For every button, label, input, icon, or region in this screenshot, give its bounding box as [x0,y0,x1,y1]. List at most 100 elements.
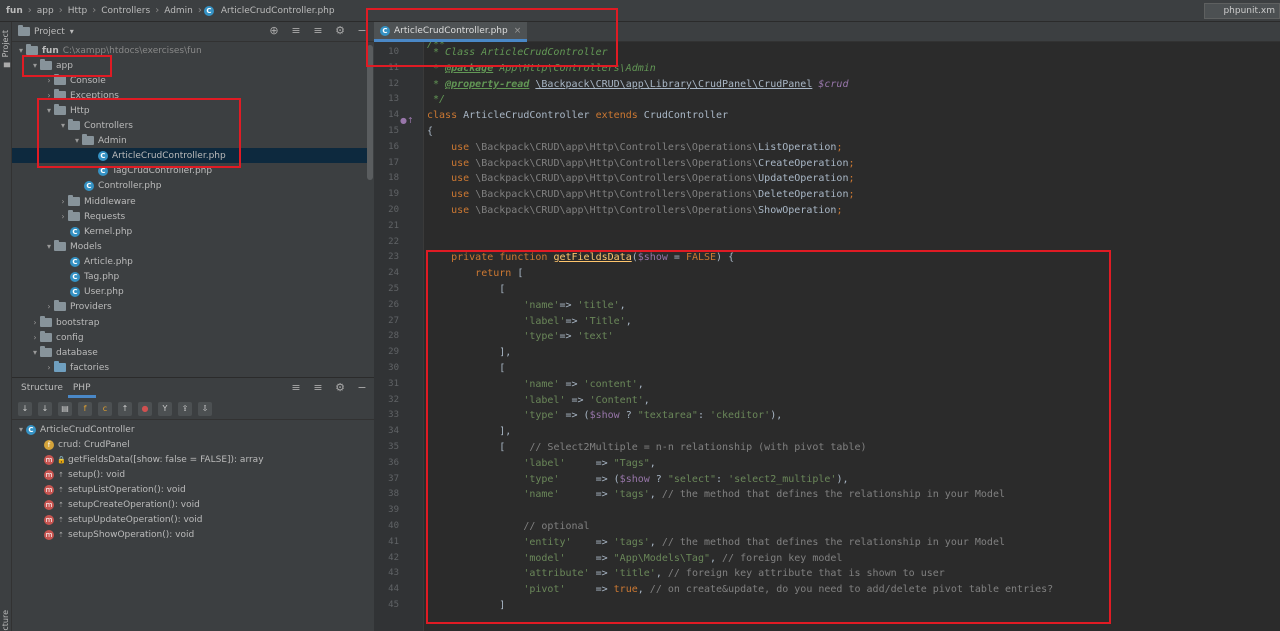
collapse-all-icon[interactable]: ≡ [312,25,324,37]
method-icon: m [44,454,54,465]
breadcrumb-file[interactable]: ArticleCrudController.php [218,6,338,16]
structure-member[interactable]: f crud: CrudPanel [44,437,130,452]
chevron-right-icon[interactable]: › [30,318,40,327]
autoscroll-to-source-icon[interactable]: ⇪ [178,401,192,416]
hide-panel-icon[interactable]: − [356,382,368,394]
structure-class-node[interactable]: ▾ C ArticleCrudController [16,422,135,437]
public-icon: ⇡ [58,500,64,509]
lock-icon: 🔒 [57,455,66,464]
phpunit-config-tab[interactable]: phpunit.xm [1204,3,1280,19]
expand-all-icon[interactable]: ≡ [290,382,302,394]
locate-file-icon[interactable]: ⊕ [268,25,280,37]
chevron-down-icon[interactable]: ▾ [16,46,26,55]
tree-item-tag[interactable]: C Tag.php [70,269,119,284]
code-line: use \Backpack\CRUD\app\Http\Controllers\… [451,158,855,169]
folder-icon [54,74,66,85]
tree-item-factories[interactable]: › factories [44,360,109,375]
tree-item-label: Controller.php [98,180,162,191]
structure-member[interactable]: m ⇡ setupUpdateOperation(): void [44,512,203,527]
chevron-right-icon[interactable]: › [58,212,68,221]
chevron-down-icon[interactable]: ▾ [30,348,40,357]
line-number: 15 [388,126,399,136]
breadcrumb-project[interactable]: fun [0,6,26,16]
chevron-right-icon[interactable]: › [44,363,54,372]
structure-member[interactable]: m ⇡ setupListOperation(): void [44,482,186,497]
structure-member[interactable]: m ⇡ setupCreateOperation(): void [44,497,200,512]
tab-php[interactable]: PHP [67,378,96,398]
breadcrumb-http[interactable]: Http [65,6,91,16]
tree-item-label: Console [70,75,106,86]
line-number: 29 [388,347,399,357]
tree-item-label: config [56,332,84,343]
project-view-icon [18,25,30,36]
breadcrumb-controllers[interactable]: Controllers [98,6,153,16]
breadcrumb-admin[interactable]: Admin [161,6,196,16]
override-icon: ↑ [58,470,64,479]
line-number: 43 [388,568,399,578]
structure-tool-window-button[interactable]: ucture [1,610,10,631]
implements-icon[interactable]: ●↑ [400,116,414,125]
php-class-icon: C [70,286,80,297]
line-number: 13 [388,94,399,104]
tree-item-config[interactable]: › config [30,330,84,345]
root-folder-path: C:\xampp\htdocs\exercises\fun [62,45,202,56]
folder-icon [54,300,66,311]
tree-item-providers[interactable]: › Providers [44,299,112,314]
project-panel-title[interactable]: Project [34,27,65,37]
tree-item-article[interactable]: C Article.php [70,254,133,269]
chevron-down-icon[interactable]: ▾ [70,27,74,36]
tree-item-label: Models [70,241,102,252]
line-number: 21 [388,221,399,231]
project-tool-window-button[interactable]: Project [1,30,10,57]
code-line: use \Backpack\CRUD\app\Http\Controllers\… [451,189,855,200]
show-constants-icon[interactable]: c [98,401,112,416]
chevron-down-icon[interactable]: ▾ [44,242,54,251]
line-number: 36 [388,458,399,468]
tab-structure[interactable]: Structure [16,378,68,398]
method-icon: m [44,484,54,495]
show-properties-icon[interactable]: f [78,401,92,416]
tree-item-user[interactable]: C User.php [70,284,124,299]
sort-by-visibility-icon[interactable]: ↓ [18,401,32,416]
chevron-right-icon[interactable]: › [44,302,54,311]
tree-item-controller[interactable]: C Controller.php [84,178,161,193]
tree-item-label: database [56,347,98,358]
code-line: use \Backpack\CRUD\app\Http\Controllers\… [451,173,855,184]
chevron-right-icon[interactable]: › [58,197,68,206]
show-fields-icon[interactable]: ▤ [58,401,72,416]
autoscroll-from-source-icon[interactable]: ⇩ [198,401,212,416]
structure-member[interactable]: m 🔒 getFieldsData([show: false = FALSE]):… [44,452,264,467]
structure-tool-window: Structure PHP ≡ ≡ ⚙ − ↓ ↓ ▤ f c ↑ ● Y ⇪ … [12,377,374,631]
sort-alphabetically-icon[interactable]: ↓ [38,401,52,416]
expand-all-icon[interactable]: ≡ [290,25,302,37]
show-non-public-icon[interactable]: ● [138,401,152,416]
breadcrumb-app[interactable]: app [34,6,57,16]
tree-item-database[interactable]: ▾ database [30,345,98,360]
tree-item-kernel[interactable]: C Kernel.php [70,224,132,239]
line-number: 33 [388,410,399,420]
show-inherited-icon[interactable]: ↑ [118,401,132,416]
php-class-icon: C [70,226,80,237]
line-number: 42 [388,553,399,563]
public-icon: ⇡ [58,485,64,494]
tree-item-label: Tag.php [84,271,120,282]
tree-item-middleware[interactable]: › Middleware [58,194,136,209]
structure-member[interactable]: m ↑ setup(): void [44,467,125,482]
tree-item-label: Providers [70,301,112,312]
collapse-all-icon[interactable]: ≡ [312,382,324,394]
structure-member-label: crud: CrudPanel [58,439,130,450]
breadcrumb-separator: › [155,5,160,16]
tree-item-bootstrap[interactable]: › bootstrap [30,315,99,330]
structure-member[interactable]: m ⇡ setupShowOperation(): void [44,527,194,542]
folder-icon [54,240,66,251]
chevron-right-icon[interactable]: › [44,76,54,85]
tree-item-models[interactable]: ▾ Models [44,239,102,254]
chevron-right-icon[interactable]: › [30,333,40,342]
gear-icon[interactable]: ⚙ [334,382,346,394]
line-number: 16 [388,142,399,152]
tree-item-requests[interactable]: › Requests [58,209,125,224]
code-line: use \Backpack\CRUD\app\Http\Controllers\… [451,205,843,216]
gear-icon[interactable]: ⚙ [334,25,346,37]
chevron-down-icon[interactable]: ▾ [16,425,26,434]
show-includes-icon[interactable]: Y [158,401,172,416]
